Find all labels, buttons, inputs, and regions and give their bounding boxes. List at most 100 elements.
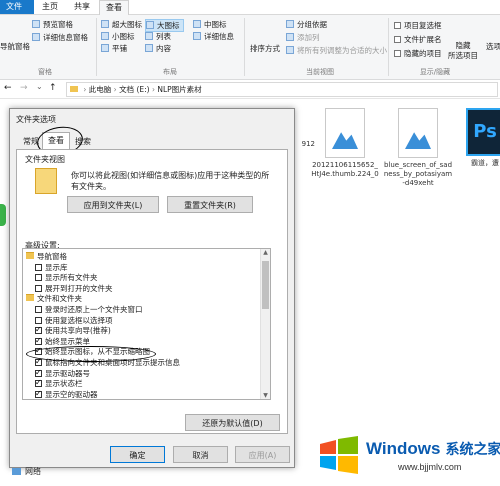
file-extensions-checkbox[interactable]: [394, 36, 401, 43]
sort-by-label: 排序方式: [250, 44, 280, 53]
breadcrumb[interactable]: › 此电脑 › 文档 (E:) › NLP图片素材: [66, 82, 498, 97]
side-tab[interactable]: [0, 204, 6, 226]
ok-button[interactable]: 确定: [110, 446, 165, 463]
layout-small-icons[interactable]: 小图标: [101, 31, 135, 42]
apply-button[interactable]: 应用(A): [235, 446, 290, 463]
option-checkbox[interactable]: [35, 274, 42, 282]
layout-list[interactable]: 列表: [145, 31, 171, 42]
layout-medium-icons[interactable]: 中图标: [193, 19, 227, 30]
layout-content[interactable]: 内容: [145, 43, 171, 54]
item-checkboxes-checkbox[interactable]: [394, 22, 401, 29]
details-pane-button[interactable]: 详细信息窗格: [32, 32, 88, 43]
tab-share[interactable]: 共享: [68, 0, 96, 14]
tree-option[interactable]: 显示所有文件夹: [35, 272, 98, 283]
layout-item-label: 大图标: [157, 21, 180, 30]
option-checkbox[interactable]: [35, 335, 42, 346]
tree-option[interactable]: 展开到打开的文件夹: [35, 283, 113, 294]
tree-option[interactable]: 显示状态栏: [35, 377, 83, 389]
reset-folders-button[interactable]: 重置文件夹(R): [167, 196, 253, 213]
tree-row-label: 文件和文件夹: [37, 294, 82, 304]
breadcrumb-this-pc[interactable]: 此电脑: [89, 85, 112, 94]
size-columns-button[interactable]: 将所有列调整为合适的大小: [286, 45, 387, 56]
back-arrow-icon[interactable]: ←: [4, 83, 12, 93]
layout-item-label: 超大图标: [112, 20, 142, 29]
option-checkbox[interactable]: [35, 284, 42, 292]
pane-group-label: 窗格: [38, 68, 52, 76]
hidden-items-label: 隐藏的项目: [404, 49, 442, 58]
tree-option[interactable]: 显示库: [35, 262, 68, 273]
option-checkbox[interactable]: [35, 316, 42, 324]
layout-details[interactable]: 详细信息: [193, 31, 234, 42]
list-icon: [145, 32, 153, 40]
breadcrumb-drive[interactable]: 文档 (E:): [119, 85, 150, 94]
tree-row-label: 登录时还原上一个文件夹窗口: [45, 305, 143, 314]
folder-view-icon: [35, 168, 57, 194]
apply-to-folders-button[interactable]: 应用到文件夹(L): [67, 196, 159, 213]
hidden-items-checkbox[interactable]: [394, 50, 401, 57]
option-checkbox[interactable]: [35, 306, 42, 313]
watermark-brand: Windows 系统之家: [366, 439, 500, 459]
cancel-button[interactable]: 取消: [173, 446, 228, 463]
tree-option[interactable]: 登录时还原上一个文件夹窗口: [35, 304, 143, 315]
sort-by-button[interactable]: 排序方式: [250, 43, 280, 54]
breadcrumb-sep-icon: ›: [113, 85, 117, 94]
layout-tiles[interactable]: 平铺: [101, 43, 127, 54]
up-arrow-icon[interactable]: ↑: [49, 83, 57, 93]
hidden-items-toggle[interactable]: 隐藏的项目: [394, 48, 442, 59]
preview-pane-button[interactable]: 预览窗格: [32, 19, 73, 30]
option-checkbox[interactable]: [35, 324, 42, 335]
options-button[interactable]: 选项: [486, 41, 500, 52]
watermark: Windows 系统之家 www.bjjmlv.com: [310, 436, 500, 476]
windows-logo-icon: [320, 436, 358, 474]
details-pane-label: 详细信息窗格: [43, 33, 88, 42]
folder-icon: [26, 252, 34, 259]
medium-icons-icon: [193, 20, 201, 28]
hide-selected-button[interactable]: 隐藏 所选项目: [448, 41, 478, 63]
option-checkbox[interactable]: [35, 263, 42, 271]
tab-home[interactable]: 主页: [36, 0, 64, 14]
ribbon: 导航窗格 预览窗格 详细信息窗格 窗格 超大图标 大图标 中图标 小图标 列表 …: [0, 15, 500, 80]
option-checkbox[interactable]: [35, 367, 42, 378]
option-checkbox[interactable]: [35, 356, 42, 367]
breadcrumb-folder[interactable]: NLP图片素材: [157, 85, 201, 94]
nav-item-network[interactable]: 网络: [12, 466, 41, 477]
advanced-settings-tree[interactable]: 导航窗格 显示库 显示所有文件夹 展开到打开的文件夹 文件和文件夹 登录时还原上一个文件夹…: [22, 248, 271, 400]
add-column-button[interactable]: 添加列: [286, 32, 320, 43]
layout-extra-large-icons[interactable]: 超大图标: [101, 19, 142, 30]
tab-view[interactable]: 查看: [99, 0, 129, 15]
tree-option[interactable]: 使用共享向导(推荐): [35, 324, 111, 336]
tree-option[interactable]: 显示驱动器号: [35, 367, 90, 379]
option-checkbox[interactable]: [35, 377, 42, 388]
tab-file[interactable]: 文件: [0, 0, 34, 14]
nav-pane-button[interactable]: 导航窗格: [0, 41, 30, 52]
tree-row-label: 导航窗格: [37, 252, 67, 261]
file-extensions-label: 文件扩展名: [404, 35, 442, 44]
small-icons-icon: [101, 32, 109, 40]
scroll-down-icon[interactable]: ▼: [261, 392, 270, 399]
tree-option[interactable]: 使用复选框以选择项: [35, 315, 113, 326]
large-icons-icon: [146, 21, 154, 29]
folder-views-heading: 文件夹视图: [25, 155, 65, 164]
file-item[interactable]: blue_screen_of_sadness_by_potasiyam-d49x…: [383, 108, 453, 188]
group-by-button[interactable]: 分组依据: [286, 19, 327, 30]
file-extensions-toggle[interactable]: 文件扩展名: [394, 34, 442, 45]
option-checkbox[interactable]: [35, 388, 42, 399]
nav-network-label: 网络: [25, 467, 41, 476]
scrollbar-thumb[interactable]: [262, 261, 269, 309]
tree-row-label: 显示状态栏: [45, 379, 83, 389]
dialog-title: 文件夹选项: [16, 115, 56, 124]
watermark-brand-en: Windows: [366, 439, 441, 458]
restore-defaults-button[interactable]: 还原为默认值(D): [185, 414, 280, 431]
file-item[interactable]: Ps 霸道，遭: [450, 108, 500, 168]
vertical-scrollbar[interactable]: ▲ ▼: [260, 249, 270, 399]
forward-arrow-icon[interactable]: →: [20, 83, 28, 93]
scroll-up-icon[interactable]: ▲: [261, 249, 270, 256]
recent-dropdown-icon[interactable]: ⌄: [36, 82, 43, 91]
size-columns-label: 将所有列调整为合适的大小: [297, 46, 387, 55]
file-name: 霸道，遭: [471, 159, 499, 167]
item-checkboxes-toggle[interactable]: 项目复选框: [394, 20, 442, 31]
layout-group-label: 布局: [163, 68, 177, 76]
folder-icon: [70, 86, 78, 92]
file-item[interactable]: 20121106115652_HtJ4e.thumb.224_0: [310, 108, 380, 179]
tree-option[interactable]: 显示空的驱动器: [35, 388, 98, 399]
